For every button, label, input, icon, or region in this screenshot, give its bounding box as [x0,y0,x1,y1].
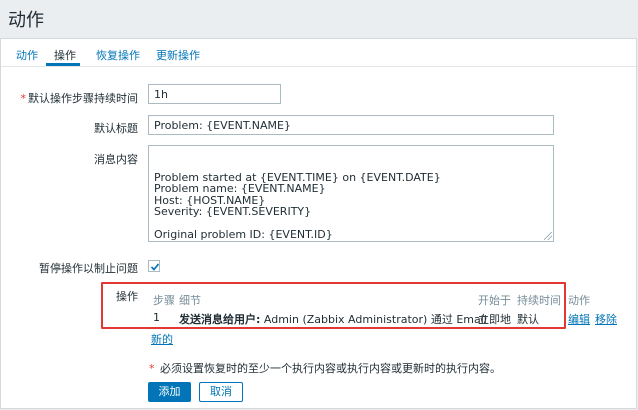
row-step: 1 [153,311,160,324]
col-steps: 步骤 [153,294,175,307]
pause-checkbox[interactable] [148,260,160,272]
duration-input[interactable] [148,84,281,104]
active-tab-indicator [46,63,80,66]
col-details: 细节 [179,294,201,307]
duration-label: * 默认操作步骤持续时间 [20,92,139,105]
row-duration: 默认 [517,313,539,326]
remove-link[interactable]: 移除 [595,311,617,327]
add-button[interactable]: 添加 [148,382,191,402]
subject-label: 默认标题 [94,122,138,135]
tab-recovery-operations[interactable]: 恢复操作 [96,47,140,63]
message-textarea[interactable]: Problem started at {EVENT.TIME} on {EVEN… [148,145,554,242]
row-detail: 发送消息给用户: Admin (Zabbix Administrator) 通过… [179,311,487,327]
row-start-in: 立即地 [478,313,511,326]
edit-link[interactable]: 编辑 [568,311,590,327]
note-star: * [149,362,155,375]
message-line: Severity: {EVENT.SEVERITY} [154,205,312,219]
message-label: 消息内容 [94,153,138,166]
check-icon [150,263,160,271]
requirement-note: * 必须设置恢复时的至少一个执行内容或执行内容或更新时的执行内容。 [149,360,501,376]
col-action: 动作 [568,294,590,307]
required-mark: * [20,92,27,105]
pause-label: 暂停操作以制止问题 [39,262,138,275]
col-duration: 持续时间 [517,294,561,307]
resize-handle[interactable] [544,232,552,240]
message-line: {TRIGGER.URL} [154,240,548,241]
tab-operations[interactable]: 操作 [54,47,76,63]
col-start-in: 开始于 [478,294,511,307]
action-form-panel: 动作 操作 恢复操作 更新操作 *默认操作步骤持续时间 默认标题 消息内容 Pr… [0,38,637,409]
row-detail-bold: 发送消息给用户: [179,313,261,326]
message-line: Problem name: {EVENT.NAME} [154,182,326,196]
subject-input[interactable] [148,115,554,135]
tab-update-operations[interactable]: 更新操作 [156,47,200,63]
tab-bar: 动作 操作 恢复操作 更新操作 [1,39,636,67]
page-title: 动作 [8,10,44,31]
tab-action[interactable]: 动作 [16,47,38,63]
row-detail-rest: Admin (Zabbix Administrator) 通过 Email [263,313,487,326]
new-operation-link[interactable]: 新的 [151,331,173,347]
note-text: 必须设置恢复时的至少一个执行内容或执行内容或更新时的执行内容。 [160,362,501,375]
cancel-button[interactable]: 取消 [199,382,243,402]
